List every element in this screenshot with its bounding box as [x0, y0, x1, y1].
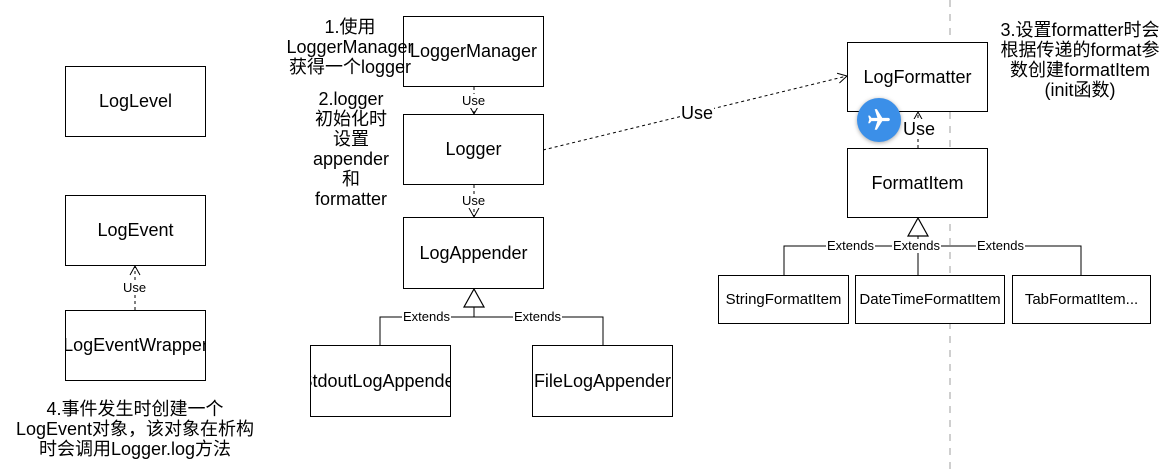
box-tab-format-item: TabFormatItem...	[1012, 275, 1151, 324]
box-log-level: LogLevel	[65, 66, 206, 137]
note-3: 3.设置formatter时会 根据传递的format参 数创建formatItem…	[1000, 20, 1160, 100]
label-use-logger-formatter: Use	[680, 103, 715, 123]
floating-action-button[interactable]	[857, 98, 901, 142]
note-1: 1.使用 LoggerManager 获得一个logger	[286, 17, 414, 77]
label-extends-string: Extends	[826, 238, 875, 253]
label-use-manager-logger: Use	[461, 93, 487, 108]
box-log-appender: LogAppender	[403, 217, 544, 289]
label-extends-stdout: Extends	[402, 309, 451, 324]
note-2: 2.logger 初始化时 设置 appender 和 formatter	[312, 89, 390, 209]
note-4: 4.事件发生时创建一个 LogEvent对象，该对象在析构 时会调用Logger.l…	[15, 399, 255, 459]
box-logger-manager: LoggerManager	[403, 16, 544, 87]
box-datetime-format-item: DateTimeFormatItem	[855, 275, 1005, 324]
airplane-icon	[868, 109, 890, 130]
box-log-event-wrapper: LogEventWrapper	[65, 310, 206, 381]
label-extends-tab: Extends	[976, 238, 1025, 253]
box-format-item: FormatItem	[847, 148, 988, 218]
box-file-log-appender: FileLogAppender	[532, 345, 673, 417]
label-extends-file: Extends	[513, 309, 562, 324]
box-logger: Logger	[403, 114, 544, 185]
label-use-wrapper-event: Use	[122, 280, 148, 295]
box-stdout-log-appender: StdoutLogAppender	[310, 345, 451, 417]
box-string-format-item: StringFormatItem	[718, 275, 849, 324]
appender-extends-triangle	[462, 287, 486, 308]
label-use-formatitem-formatter: Use	[902, 119, 937, 139]
label-use-logger-appender: Use	[461, 193, 487, 208]
box-log-event: LogEvent	[65, 195, 206, 266]
label-extends-datetime: Extends	[892, 238, 941, 253]
formatitem-extends-triangle	[906, 216, 930, 237]
